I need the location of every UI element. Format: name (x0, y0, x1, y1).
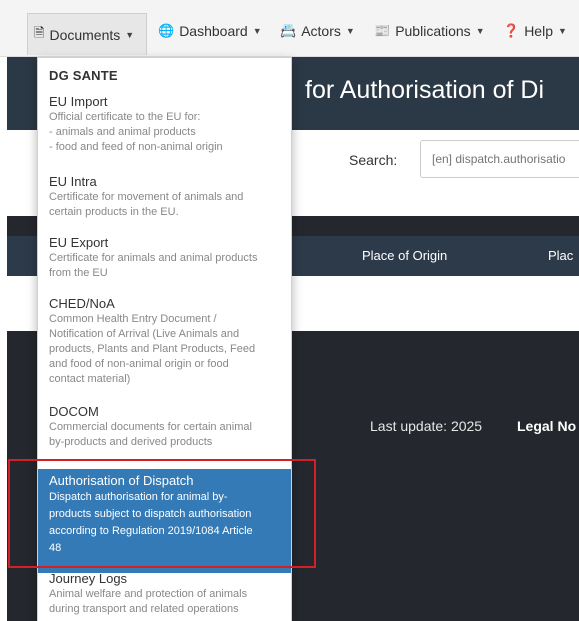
menu-item-title: DOCOM (49, 404, 99, 419)
menu-item-docom[interactable]: DOCOM Commercial documents for certain a… (38, 403, 291, 453)
menu-item-desc: Certificate for animals and animal produ… (49, 252, 258, 264)
caret-down-icon: ▼ (125, 29, 135, 40)
menu-item-desc: from the EU (49, 267, 108, 279)
menu-item-desc: certain products in the EU. (49, 206, 179, 218)
menu-item-ched-noa[interactable]: CHED/NoA Common Health Entry Document / … (38, 295, 291, 387)
search-input[interactable] (420, 140, 579, 178)
menu-item-title: EU Export (49, 235, 109, 250)
menu-item-desc: Common Health Entry Document / (49, 313, 217, 325)
left-gutter (0, 57, 7, 621)
nav-actors-label: Actors (301, 23, 341, 39)
menu-item-desc: - animals and animal products (49, 126, 196, 138)
menu-item-desc: Official certificate to the EU for: (49, 111, 201, 123)
menu-item-title: Journey Logs (49, 571, 128, 586)
nav-help-label: Help (524, 23, 553, 39)
top-navbar: 🗎 Documents ▼ 🌐 Dashboard ▼ 📇 Actors ▼ 📰… (0, 0, 579, 57)
globe-icon: 🌐 (158, 23, 175, 38)
nav-actors[interactable]: 📇 Actors ▼ (280, 22, 355, 40)
menu-item-desc: products, Plants and Plant Products, Fee… (49, 343, 256, 355)
footer-legal-notice-link[interactable]: Legal No (517, 418, 576, 434)
caret-down-icon: ▼ (252, 26, 262, 36)
menu-item-title: EU Intra (49, 174, 97, 189)
footer-last-update: Last update: 2025 (370, 418, 483, 434)
search-label: Search: (349, 152, 398, 168)
nav-dashboard[interactable]: 🌐 Dashboard ▼ (158, 22, 262, 40)
menu-item-desc: Notification of Arrival (Live Animals an… (49, 328, 240, 340)
document-icon: 🗎 (34, 24, 45, 40)
caret-down-icon: ▼ (475, 26, 485, 36)
menu-item-journey-logs[interactable]: Journey Logs Animal welfare and protecti… (38, 570, 291, 617)
menu-item-eu-export[interactable]: EU Export Certificate for animals and an… (38, 234, 291, 281)
nav-documents-label: Documents (49, 26, 121, 43)
menu-item-eu-import[interactable]: EU Import Official certificate to the EU… (38, 93, 291, 155)
nav-help[interactable]: ❓ Help ▼ (503, 22, 567, 40)
highlight-box (8, 459, 316, 568)
menu-item-desc: contact material) (49, 373, 131, 385)
dropdown-header: DG SANTE (49, 68, 118, 83)
nav-documents[interactable]: 🗎 Documents ▼ (27, 13, 147, 55)
question-circle-icon: ❓ (503, 23, 520, 38)
menu-item-desc: Commercial documents for certain animal (49, 421, 252, 433)
caret-down-icon: ▼ (557, 26, 567, 36)
menu-item-title: EU Import (49, 94, 108, 109)
menu-item-desc: Certificate for movement of animals and (49, 191, 244, 203)
nav-publications[interactable]: 📰 Publications ▼ (374, 22, 485, 40)
column-place-of-destination[interactable]: Plac (548, 248, 573, 263)
caret-down-icon: ▼ (345, 26, 355, 36)
menu-item-desc: - food and feed of non-animal origin (49, 141, 223, 153)
nav-publications-label: Publications (395, 23, 471, 39)
id-card-icon: 📇 (280, 23, 297, 38)
menu-item-desc: and food of non-animal origin or food (49, 358, 229, 370)
menu-item-desc: Animal welfare and protection of animals (49, 588, 248, 600)
column-place-of-origin[interactable]: Place of Origin (362, 248, 447, 263)
menu-item-title: CHED/NoA (49, 296, 115, 311)
menu-item-desc: during transport and related operations (49, 603, 239, 615)
nav-dashboard-label: Dashboard (179, 23, 248, 39)
page-title: for Authorisation of Di (305, 76, 545, 104)
newspaper-icon: 📰 (374, 23, 391, 38)
menu-item-desc: by-products and derived products (49, 436, 213, 448)
menu-item-eu-intra[interactable]: EU Intra Certificate for movement of ani… (38, 173, 291, 220)
